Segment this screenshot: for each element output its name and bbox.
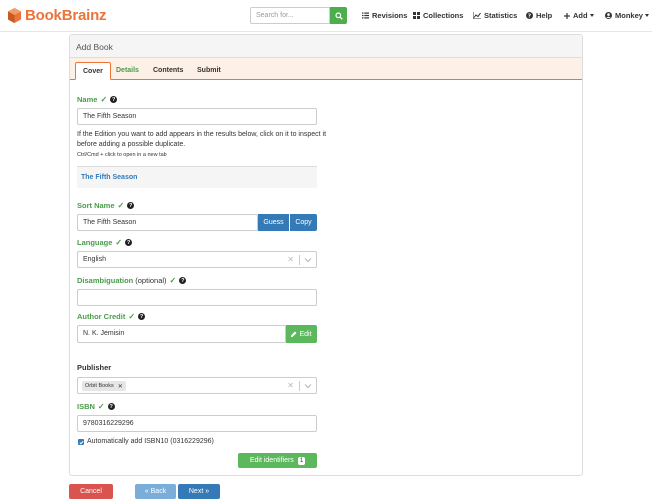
tab-cover[interactable]: Cover (75, 62, 111, 80)
nav-user-label: Monkey (615, 11, 643, 20)
chart-line-icon (473, 12, 481, 19)
publisher-label: Publisher (77, 363, 111, 372)
editor-tabs: Cover Details Contents Submit (70, 58, 582, 80)
nav-user-dropdown[interactable]: Monkey (605, 11, 649, 20)
question-circle-icon[interactable]: ? (107, 403, 115, 410)
clear-icon[interactable]: ✕ (287, 255, 294, 264)
navbar: BookBrainz Search for... Revisions Colle… (0, 0, 652, 32)
tab-contents[interactable]: Contents (146, 62, 190, 80)
clear-icon[interactable]: ✕ (287, 381, 294, 390)
publisher-tag-label: Orbit Books (85, 383, 114, 389)
check-icon: ✓ (128, 312, 136, 321)
plus-icon (564, 12, 570, 19)
question-circle-icon[interactable]: ? (138, 313, 146, 320)
disambiguation-input[interactable] (77, 289, 317, 306)
back-button[interactable]: « Back (135, 484, 176, 499)
nav-statistics-label: Statistics (484, 11, 518, 20)
auto-isbn-label: Automatically add ISBN10 (0316229296) (87, 438, 214, 445)
select-separator (299, 381, 300, 391)
edit-author-credit-button[interactable]: Edit (286, 325, 317, 343)
name-label: Name ✓ ? (77, 95, 118, 104)
tab-submit[interactable]: Submit (190, 62, 228, 80)
language-label-text: Language (77, 238, 113, 247)
grid-icon (413, 12, 420, 19)
check-icon: ✓ (100, 95, 108, 104)
next-button[interactable]: Next » (178, 484, 220, 499)
user-circle-icon (605, 12, 612, 19)
question-circle-icon[interactable]: ? (179, 277, 187, 284)
search-input[interactable]: Search for... (250, 7, 330, 24)
chevron-down-icon[interactable] (304, 382, 312, 390)
nav-collections[interactable]: Collections (413, 11, 463, 20)
check-icon: ✓ (115, 238, 123, 247)
edit-button-label: Edit (299, 330, 312, 338)
list-icon (362, 12, 369, 19)
nav-add-dropdown[interactable]: Add (564, 11, 594, 20)
language-select-value: English (83, 256, 106, 263)
nav-add-label: Add (573, 11, 588, 20)
chevron-down-icon (644, 14, 649, 17)
nav-revisions[interactable]: Revisions (362, 11, 407, 20)
question-circle-icon[interactable]: ? (125, 239, 133, 246)
bookbrainz-logo-icon (8, 8, 21, 23)
sort-name-label-text: Sort Name (77, 201, 115, 210)
duplicate-result-link[interactable]: The Fifth Season (77, 166, 317, 188)
question-circle-icon: ? (526, 12, 533, 19)
edit-identifiers-label: Edit identifiers (249, 457, 294, 464)
check-icon: ✓ (169, 276, 177, 285)
nav-statistics[interactable]: Statistics (473, 11, 517, 20)
nav-revisions-label: Revisions (372, 11, 408, 20)
name-input[interactable]: The Fifth Season (77, 108, 317, 125)
publisher-select[interactable]: Orbit Books ✕ ✕ (77, 377, 317, 394)
search-icon (334, 11, 343, 20)
nav-help[interactable]: ? Help (526, 11, 552, 20)
cancel-button[interactable]: Cancel (69, 484, 113, 499)
duplicate-note: If the Edition you want to add appears i… (77, 131, 327, 148)
disambiguation-label-text: Disambiguation (77, 276, 134, 285)
question-circle-icon[interactable]: ? (110, 96, 118, 103)
optional-tag: (optional) (135, 276, 167, 285)
isbn-input[interactable]: 9780316229296 (77, 415, 317, 432)
guess-button[interactable]: Guess (258, 214, 289, 231)
copy-button[interactable]: Copy (290, 214, 317, 231)
publisher-label-text: Publisher (77, 363, 112, 372)
pencil-icon (291, 331, 297, 337)
select-separator (299, 255, 300, 265)
check-icon (78, 440, 84, 445)
edit-identifiers-button[interactable]: Edit identifiers 1 (238, 453, 317, 468)
nav-collections-label: Collections (423, 11, 464, 20)
check-icon: ✓ (117, 201, 125, 210)
isbn-label: ISBN ✓ ? (77, 402, 115, 411)
author-credit-label: Author Credit ✓ ? (77, 312, 146, 321)
sort-name-label: Sort Name ✓ ? (77, 201, 135, 210)
sort-name-input[interactable]: The Fifth Season (77, 214, 258, 231)
name-label-text: Name (77, 95, 98, 104)
language-label: Language ✓ ? (77, 238, 133, 247)
check-icon: ✓ (97, 402, 105, 411)
duplicate-hint: Ctrl/Cmd + click to open in a new tab (77, 152, 167, 158)
chevron-down-icon[interactable] (304, 256, 312, 264)
chevron-down-icon (589, 14, 594, 17)
publisher-tag: Orbit Books ✕ (82, 381, 126, 391)
brand-link[interactable]: BookBrainz (8, 7, 107, 24)
svg-text:?: ? (528, 13, 531, 19)
brand-name: BookBrainz (25, 7, 107, 24)
identifiers-count-badge: 1 (297, 456, 306, 465)
language-select[interactable]: English ✕ (77, 251, 317, 268)
disambiguation-label: Disambiguation (optional) ✓ ? (77, 276, 187, 285)
isbn-label-text: ISBN (77, 402, 95, 411)
tab-details[interactable]: Details (109, 62, 146, 80)
remove-icon[interactable]: ✕ (118, 383, 123, 390)
auto-isbn-checkbox[interactable] (78, 439, 84, 445)
panel-title: Add Book (70, 35, 582, 58)
author-credit-label-text: Author Credit (77, 312, 126, 321)
search-button[interactable] (330, 7, 347, 24)
author-credit-input[interactable]: N. K. Jemisin (77, 325, 286, 343)
nav-help-label: Help (536, 11, 553, 20)
question-circle-icon[interactable]: ? (127, 202, 135, 209)
